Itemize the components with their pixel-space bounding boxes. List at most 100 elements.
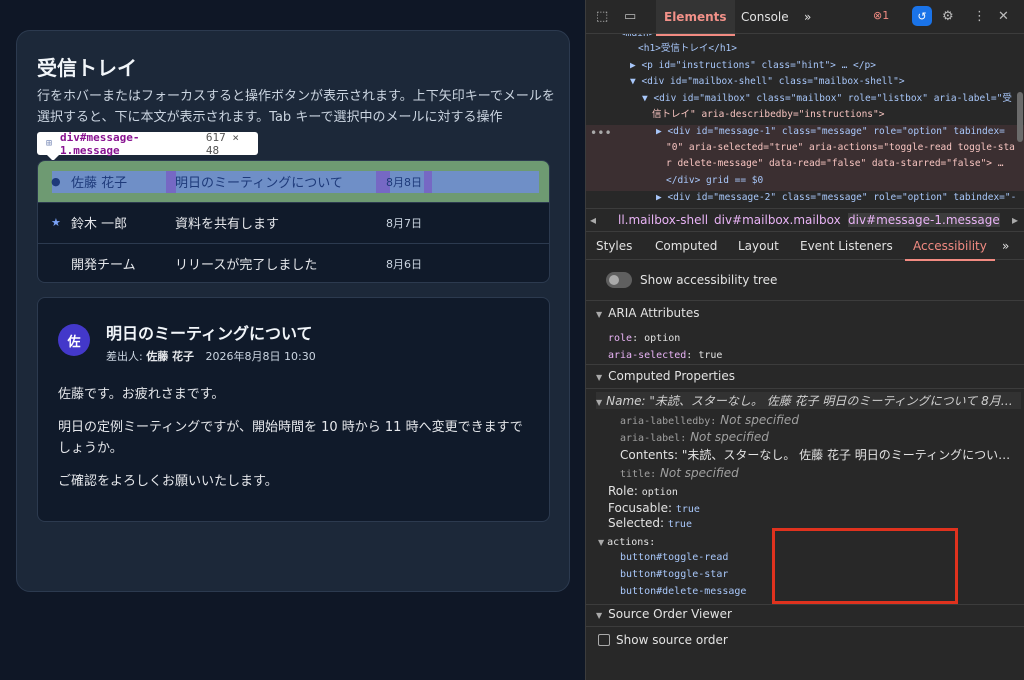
message-row-2[interactable]: ★ 鈴木 一郎 資料を共有します 8月7日: [38, 202, 549, 243]
avatar: 佐: [58, 324, 90, 356]
message-date: 8月6日: [386, 257, 422, 271]
breadcrumb-text: ll.mailbox-shell: [618, 213, 709, 227]
labelledby-row: aria-labelledby: Not specified: [620, 413, 799, 427]
dom-line[interactable]: ▼ <div id="mailbox-shell" class="mailbox…: [630, 74, 905, 90]
star-icon: ★: [51, 216, 61, 229]
more-subtabs-icon[interactable]: »: [1002, 239, 1009, 253]
dom-line-selected[interactable]: "0" aria-selected="true" aria-actions="t…: [666, 140, 1015, 156]
more-tabs-icon[interactable]: »: [804, 10, 811, 24]
expand-triangle-icon: ▼: [598, 538, 605, 547]
prop-value: option: [641, 487, 678, 498]
accessibility-tree-label: Show accessibility tree: [640, 273, 778, 287]
dom-line[interactable]: ▼ <div id="mailbox" class="mailbox" role…: [642, 91, 1012, 107]
breadcrumb-scroll-left-icon[interactable]: ◂: [590, 213, 596, 227]
detail-body: 佐藤です。お疲れさまです。 明日の定例ミーティングですが、開始時間を 10 時か…: [58, 384, 533, 504]
body-paragraph: ご確認をよろしくお願いいたします。: [58, 474, 278, 489]
dom-line[interactable]: ▶ <p id="instructions" class="hint"> … <…: [630, 58, 876, 74]
app-root: 受信トレイ 行をホバーまたはフォーカスすると操作ボタンが表示されます。上下矢印キ…: [0, 0, 1024, 680]
breadcrumb-text: div#message-1.message: [848, 213, 1000, 227]
title-row: title: Not specified: [620, 466, 739, 480]
message-row-3[interactable]: 開発チーム リリースが完了しました 8月6日: [38, 243, 549, 282]
action-link-toggle-read[interactable]: button#toggle-read: [620, 552, 728, 563]
kebab-menu-icon[interactable]: ⋮: [973, 9, 986, 24]
prop-key: aria-label:: [620, 433, 687, 444]
breadcrumb-item[interactable]: div#mailbox.mailbox: [714, 213, 841, 227]
breadcrumb-item[interactable]: ll.mailbox-shell: [618, 213, 708, 227]
unread-dot-icon: ●: [51, 175, 61, 188]
subtab-accessibility[interactable]: Accessibility: [905, 239, 995, 261]
action-link-toggle-star[interactable]: button#toggle-star: [620, 569, 728, 580]
breadcrumb-item-active[interactable]: div#message-1.message: [848, 213, 1000, 227]
highlight-pad: [424, 171, 432, 193]
dom-line-selected[interactable]: ▶ <div id="message-1" class="message" ro…: [656, 124, 1005, 140]
device-toolbar-icon[interactable]: ▭: [624, 9, 636, 24]
mailbox-list: ● 佐藤 花子 明日のミーティングについて 8月8日 ★ 鈴木 一郎 資料を共有…: [37, 160, 550, 283]
gear-icon[interactable]: ⚙: [942, 9, 954, 24]
divider: [586, 364, 1024, 365]
subtab-layout[interactable]: Layout: [738, 239, 779, 253]
tab-elements[interactable]: Elements: [656, 0, 734, 36]
divider: [586, 626, 1024, 627]
actions-label: actions:: [607, 537, 656, 548]
dom-line-selected[interactable]: r delete-message" data-read="false" data…: [666, 156, 1003, 172]
dom-line-selected[interactable]: </div> grid == $0: [666, 173, 763, 189]
tab-console[interactable]: Console: [741, 10, 789, 24]
breadcrumb-text: div#mailbox.mailbox: [714, 213, 841, 227]
focusable-row: Focusable: true: [608, 501, 700, 515]
subtab-styles[interactable]: Styles: [596, 239, 632, 253]
dom-scrollbar[interactable]: [1017, 92, 1023, 142]
error-count[interactable]: ⊗1: [873, 9, 889, 22]
accessibility-tree-toggle[interactable]: [606, 272, 632, 288]
dom-line[interactable]: <h1>受信トレイ</h1>: [638, 41, 737, 57]
sender-label: 差出人:: [106, 350, 147, 363]
attr-value: true: [698, 350, 723, 361]
attr-value: option: [644, 333, 681, 344]
error-icon: ⊗: [873, 9, 883, 22]
close-icon[interactable]: ✕: [998, 9, 1009, 24]
divider: [586, 300, 1024, 301]
page-title: 受信トレイ: [37, 56, 137, 80]
expand-triangle-icon: ▼: [596, 398, 603, 407]
ellipsis-icon[interactable]: •••: [590, 125, 612, 141]
prop-key: title:: [620, 469, 657, 480]
element-inspect-tooltip: ⊞ div#message-1.message 617 × 48: [37, 131, 258, 161]
divider: [586, 388, 1024, 389]
selected-row: Selected: true: [608, 516, 692, 528]
section-computed-properties[interactable]: Computed Properties: [596, 369, 735, 383]
arialabel-row: aria-label: Not specified: [620, 430, 769, 444]
prop-value: true: [667, 519, 692, 528]
prop-value: Not specified: [690, 430, 769, 444]
error-count-value: 1: [882, 9, 890, 22]
inspect-element-icon[interactable]: ⬚: [596, 9, 608, 24]
name-row[interactable]: ▼ Name: "未読、スターなし。 佐藤 花子 明日のミーティングについて 8月…: [596, 392, 1021, 409]
subtab-computed[interactable]: Computed: [655, 239, 717, 253]
subtab-event-listeners[interactable]: Event Listeners: [800, 239, 893, 253]
prop-value: Not specified: [720, 413, 799, 427]
dom-line[interactable]: ▶ <div id="message-2" class="message" ro…: [656, 190, 1016, 206]
detail-subject: 明日のミーティングについて: [106, 324, 313, 343]
message-from: 佐藤 花子: [71, 176, 128, 191]
body-paragraph: 明日の定例ミーティングですが、開始時間を 10 時から 11 時へ変更できますで…: [58, 420, 523, 456]
breadcrumb-scroll-right-icon[interactable]: ▸: [1012, 213, 1018, 227]
action-link-delete-message[interactable]: button#delete-message: [620, 586, 746, 597]
divider: [586, 604, 1024, 605]
message-from: 開発チーム: [71, 258, 136, 273]
dom-line[interactable]: 信トレイ" aria-describedby="instructions">: [652, 107, 884, 123]
body-paragraph: 佐藤です。お疲れさまです。: [58, 387, 225, 402]
show-source-order-label: Show source order: [616, 633, 728, 647]
message-row-1[interactable]: ● 佐藤 花子 明日のミーティングについて 8月8日: [38, 161, 549, 202]
devtools-panel: ⬚ ▭ Elements Console » ⊗1 ↺ ⚙ ⋮ ✕ <main>…: [585, 0, 1024, 680]
message-detail: 佐 明日のミーティングについて 差出人: 佐藤 花子 2026年8月8日 10:…: [37, 297, 550, 522]
sidebar-subtabs: Styles Computed Layout Event Listeners A…: [586, 232, 1024, 261]
actions-row[interactable]: ▼ actions:: [598, 534, 655, 548]
message-subject: 資料を共有します: [175, 217, 280, 232]
show-source-order-checkbox[interactable]: [598, 634, 610, 646]
prop-key: Focusable:: [608, 501, 673, 515]
section-aria-attributes[interactable]: ARIA Attributes: [596, 306, 699, 320]
aria-role-row: role: option: [608, 333, 681, 344]
message-subject: 明日のミーティングについて: [175, 176, 343, 191]
extension-icon[interactable]: ↺: [912, 6, 932, 26]
section-source-order-viewer[interactable]: Source Order Viewer: [596, 607, 732, 621]
attr-key: role: [608, 333, 633, 344]
attr-key: aria-selected: [608, 350, 687, 361]
